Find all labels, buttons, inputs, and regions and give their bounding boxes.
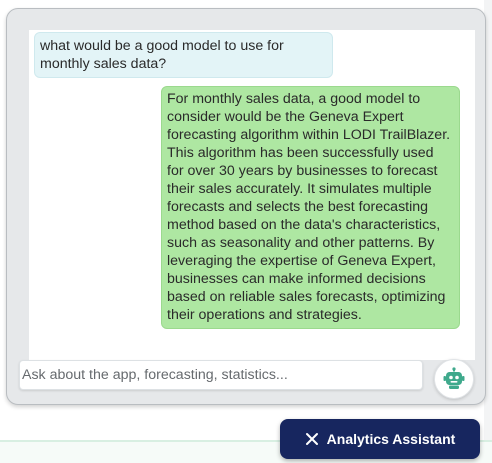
chat-window: what would be a good model to use for mo… bbox=[6, 8, 486, 405]
chat-composer bbox=[19, 359, 477, 402]
assistant-message: For monthly sales data, a good model to … bbox=[161, 86, 460, 329]
chat-input[interactable] bbox=[19, 360, 423, 390]
assistant-bot-button[interactable] bbox=[434, 359, 474, 399]
analytics-assistant-label: Analytics Assistant bbox=[326, 431, 456, 447]
user-message: what would be a good model to use for mo… bbox=[34, 32, 333, 78]
robot-icon bbox=[443, 367, 465, 389]
close-icon bbox=[305, 433, 318, 445]
message-list: what would be a good model to use for mo… bbox=[29, 30, 475, 360]
analytics-assistant-toggle-button[interactable]: Analytics Assistant bbox=[280, 419, 480, 459]
